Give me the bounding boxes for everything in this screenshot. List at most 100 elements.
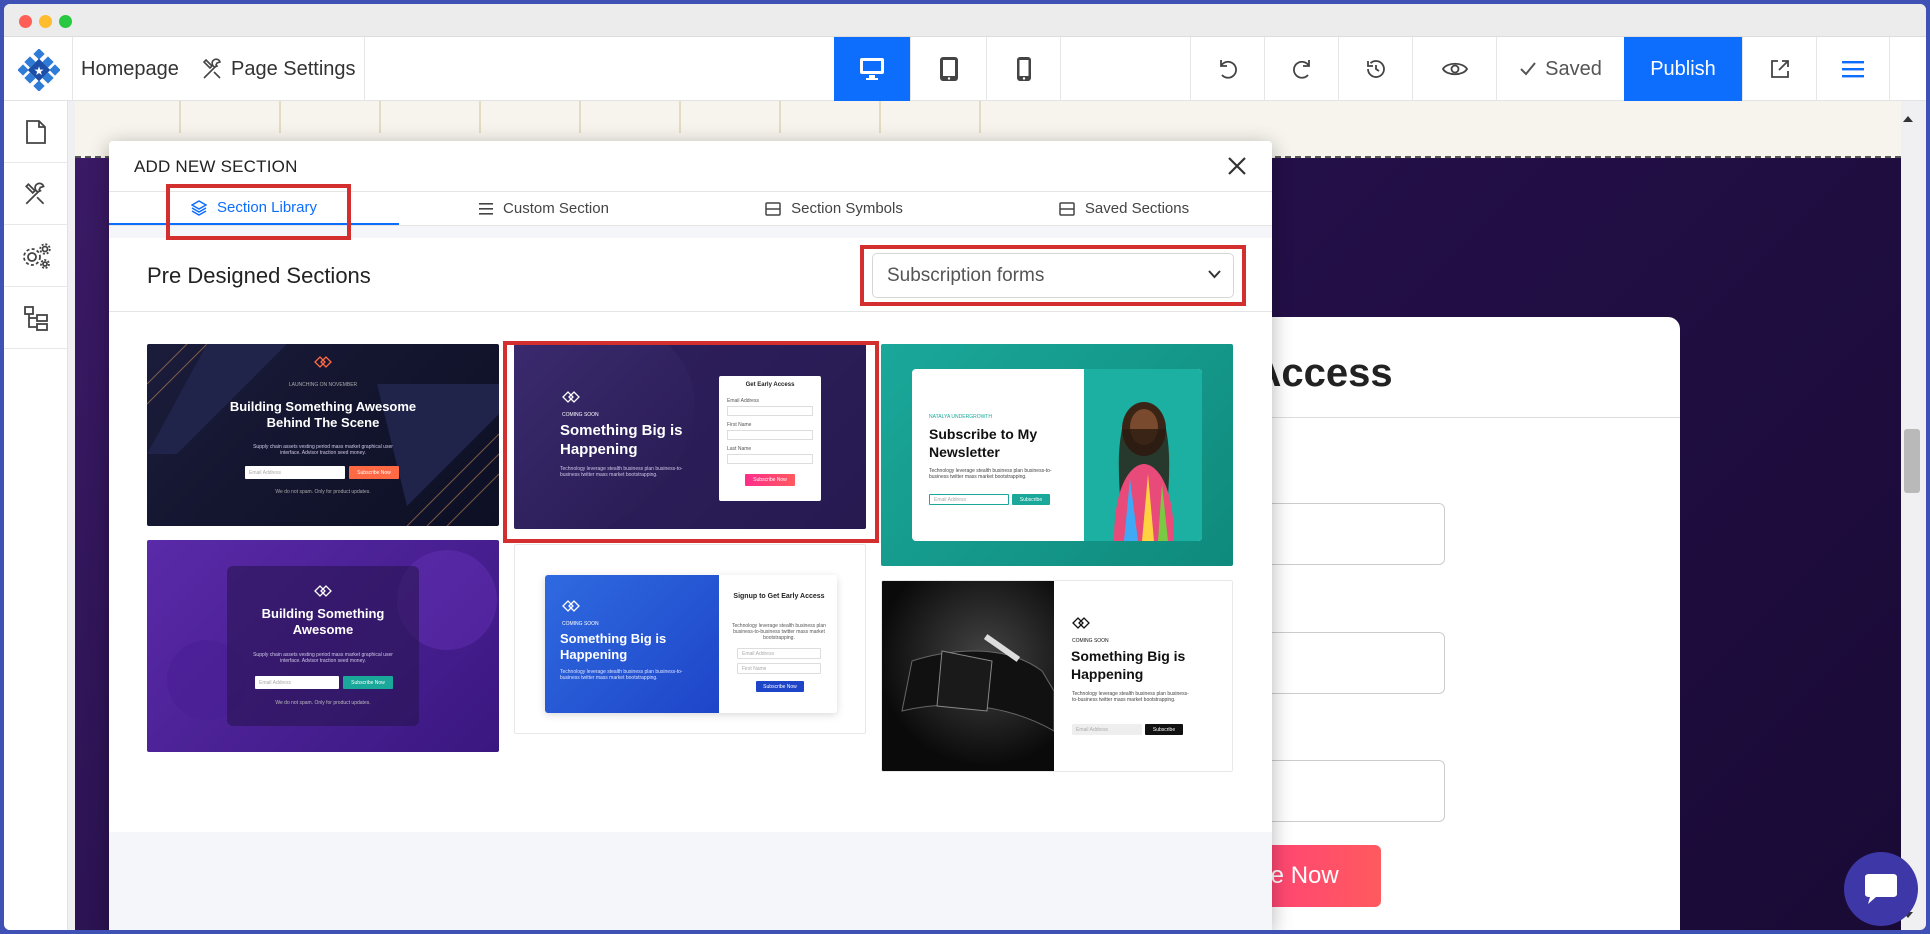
section-thumb-2[interactable]: COMING SOON Something Big is Happening T… (514, 344, 866, 529)
redo-icon (1292, 60, 1310, 79)
divider (1060, 37, 1061, 101)
thumb-form-title: Get Early Access (745, 382, 795, 388)
app-window: ★ Homepage Page Settings Saved Publish A… (4, 4, 1926, 930)
tab-section-symbols[interactable]: Section Symbols (689, 192, 979, 225)
mobile-view-button[interactable] (986, 37, 1060, 101)
section-grid: LAUNCHING ON NOVEMBER Building Something… (109, 312, 1272, 832)
logo-icon (314, 585, 332, 597)
left-sidebar (4, 101, 68, 930)
thumb-photo (1084, 369, 1202, 541)
add-section-modal: ADD NEW SECTION Section Library Custom S… (109, 141, 1272, 930)
thumb-subscribe-button: Subscribe Now (745, 474, 795, 486)
gears-icon (23, 242, 51, 269)
section-icon (1059, 201, 1075, 216)
tab-saved-sections[interactable]: Saved Sections (979, 192, 1269, 225)
thumb-kicker: NATALYA UNDERGROWTH (929, 414, 992, 420)
category-value: Subscription forms (887, 264, 1045, 286)
app-logo-icon: ★ (18, 49, 60, 91)
thumb-desc: Technology leverage stealth business pla… (560, 466, 683, 478)
thumb-photo (882, 581, 1055, 771)
saved-label: Saved (1545, 57, 1602, 80)
undo-button[interactable] (1190, 37, 1264, 101)
thumb-subscribe-button: Subscribe Now (349, 466, 399, 479)
page-settings-button[interactable]: Page Settings (201, 37, 356, 101)
logo-icon (314, 356, 332, 368)
page-settings-label: Page Settings (231, 57, 356, 80)
chevron-down-icon (1208, 270, 1221, 279)
tab-custom-section[interactable]: Custom Section (399, 192, 689, 225)
thumb-subscribe-button: Subscribe Now (756, 681, 804, 692)
page-icon (26, 119, 46, 144)
thumb-note: We do not spam. Only for product updates… (275, 489, 371, 495)
library-title: Pre Designed Sections (147, 263, 371, 288)
publish-button[interactable]: Publish (1624, 37, 1742, 101)
scrollbar[interactable] (1904, 429, 1920, 493)
section-icon (765, 201, 781, 216)
tab-label: Section Symbols (791, 200, 903, 217)
section-thumb-6[interactable]: COMING SOON Something Big is Happening T… (881, 580, 1233, 772)
desktop-icon (860, 58, 884, 80)
minimize-window-button[interactable] (39, 15, 52, 28)
page-name[interactable]: Homepage (81, 37, 179, 101)
svg-text:★: ★ (34, 64, 45, 78)
thumb-field (727, 454, 813, 464)
hamburger-icon (1842, 61, 1864, 78)
chat-icon (1865, 874, 1897, 904)
history-button[interactable] (1338, 37, 1412, 101)
section-thumb-4[interactable]: Building Something Awesome Supply chain … (147, 540, 499, 752)
list-icon (479, 202, 494, 215)
tab-label: Section Library (216, 199, 318, 216)
thumb-email-input: Email Address (255, 676, 339, 689)
pages-button[interactable] (4, 101, 68, 163)
library-header: Pre Designed Sections Subscription forms (109, 238, 1272, 312)
check-icon (1520, 62, 1536, 76)
redo-button[interactable] (1264, 37, 1338, 101)
design-tools-button[interactable] (4, 163, 68, 225)
section-thumb-1[interactable]: LAUNCHING ON NOVEMBER Building Something… (147, 344, 499, 526)
thumb-email-input: Email Address (1072, 724, 1142, 735)
thumb-field-label: First Name (727, 422, 752, 428)
desktop-view-button[interactable] (834, 37, 910, 101)
settings-button[interactable] (4, 225, 68, 287)
eye-icon (1441, 62, 1468, 76)
section-thumb-3[interactable]: NATALYA UNDERGROWTH Subscribe to My News… (881, 344, 1233, 566)
thumb-note: We do not spam. Only for product updates… (275, 700, 371, 706)
thumb-kicker: COMING SOON (1072, 638, 1109, 644)
menu-button[interactable] (1816, 37, 1890, 101)
thumb-title: Subscribe to My Newsletter (929, 426, 1038, 460)
layers-button[interactable] (4, 287, 68, 349)
close-icon[interactable] (1226, 155, 1248, 177)
tools-icon (202, 58, 221, 79)
tools-icon (25, 182, 45, 204)
chat-widget-button[interactable] (1844, 852, 1918, 926)
thumb-desc: Technology leverage stealth business pla… (929, 468, 1052, 480)
thumb-email-input: Email Address (737, 648, 821, 659)
category-select[interactable]: Subscription forms (872, 253, 1234, 298)
thumb-title: Something Big is Happening (560, 631, 667, 663)
layers-icon (190, 199, 207, 216)
mobile-icon (1016, 57, 1031, 81)
tab-section-library[interactable]: Section Library (109, 192, 399, 225)
close-window-button[interactable] (19, 15, 32, 28)
thumb-desc: Technology leverage stealth business pla… (1072, 691, 1189, 703)
modal-title: ADD NEW SECTION (134, 157, 298, 176)
thumb-subscribe-button: Subscribe (1012, 494, 1050, 505)
preview-button[interactable] (1412, 37, 1496, 101)
thumb-name-input: First Name (737, 663, 821, 674)
undo-icon (1219, 60, 1237, 79)
thumb-desc: Technology leverage stealth business pla… (732, 623, 826, 641)
thumb-kicker: COMING SOON (562, 621, 599, 627)
modal-header: ADD NEW SECTION (109, 141, 1272, 191)
divider (72, 37, 73, 101)
title-bar (4, 4, 1926, 37)
scroll-up-icon[interactable] (1902, 114, 1914, 124)
thumb-title: Building Something Awesome (261, 606, 385, 638)
saved-status: Saved (1496, 37, 1624, 101)
tablet-view-button[interactable] (910, 37, 986, 101)
logo-icon (562, 600, 580, 612)
maximize-window-button[interactable] (59, 15, 72, 28)
section-thumb-5[interactable]: COMING SOON Something Big is Happening T… (514, 544, 866, 734)
thumb-desc: Technology leverage stealth business pla… (560, 669, 683, 681)
open-external-button[interactable] (1742, 37, 1816, 101)
external-link-icon (1770, 60, 1789, 78)
